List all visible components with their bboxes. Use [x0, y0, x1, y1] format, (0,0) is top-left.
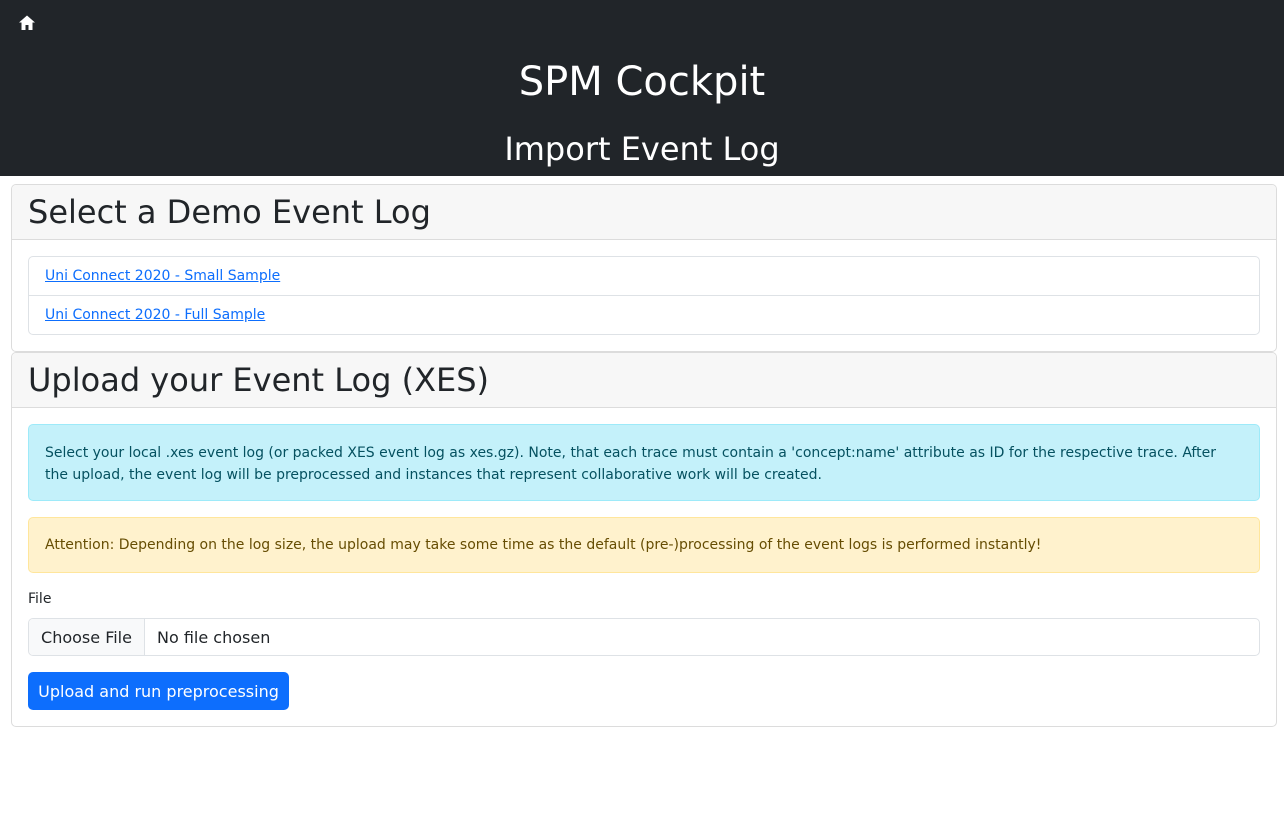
- demo-card-title: Select a Demo Event Log: [28, 193, 431, 231]
- upload-card-title: Upload your Event Log (XES): [28, 361, 490, 399]
- demo-link-full-sample[interactable]: Uni Connect 2020 - Full Sample: [45, 307, 265, 323]
- file-status: No file chosen: [157, 627, 271, 647]
- demo-card-header: Select a Demo Event Log: [12, 185, 1276, 240]
- home-icon[interactable]: [17, 13, 37, 33]
- app-title: SPM Cockpit: [518, 59, 766, 105]
- warning-alert: Attention: Depending on the log size, th…: [28, 517, 1260, 573]
- header-bar: SPM Cockpit Import Event Log: [0, 0, 1284, 176]
- page-title: Import Event Log: [504, 130, 780, 168]
- file-input[interactable]: Choose File No file chosen: [28, 618, 1260, 656]
- upload-log-card: Upload your Event Log (XES) Select your …: [11, 352, 1277, 727]
- info-alert: Select your local .xes event log (or pac…: [28, 424, 1260, 501]
- choose-file-button[interactable]: Choose File: [29, 619, 145, 655]
- file-label: File: [28, 591, 52, 607]
- demo-log-list: Uni Connect 2020 - Small Sample Uni Conn…: [28, 256, 1260, 335]
- demo-link-small-sample[interactable]: Uni Connect 2020 - Small Sample: [45, 268, 280, 284]
- list-item: Uni Connect 2020 - Small Sample: [29, 257, 1259, 296]
- list-item: Uni Connect 2020 - Full Sample: [29, 296, 1259, 334]
- upload-submit-button[interactable]: Upload and run preprocessing: [28, 672, 289, 710]
- upload-card-header: Upload your Event Log (XES): [12, 353, 1276, 408]
- demo-log-card: Select a Demo Event Log Uni Connect 2020…: [11, 184, 1277, 352]
